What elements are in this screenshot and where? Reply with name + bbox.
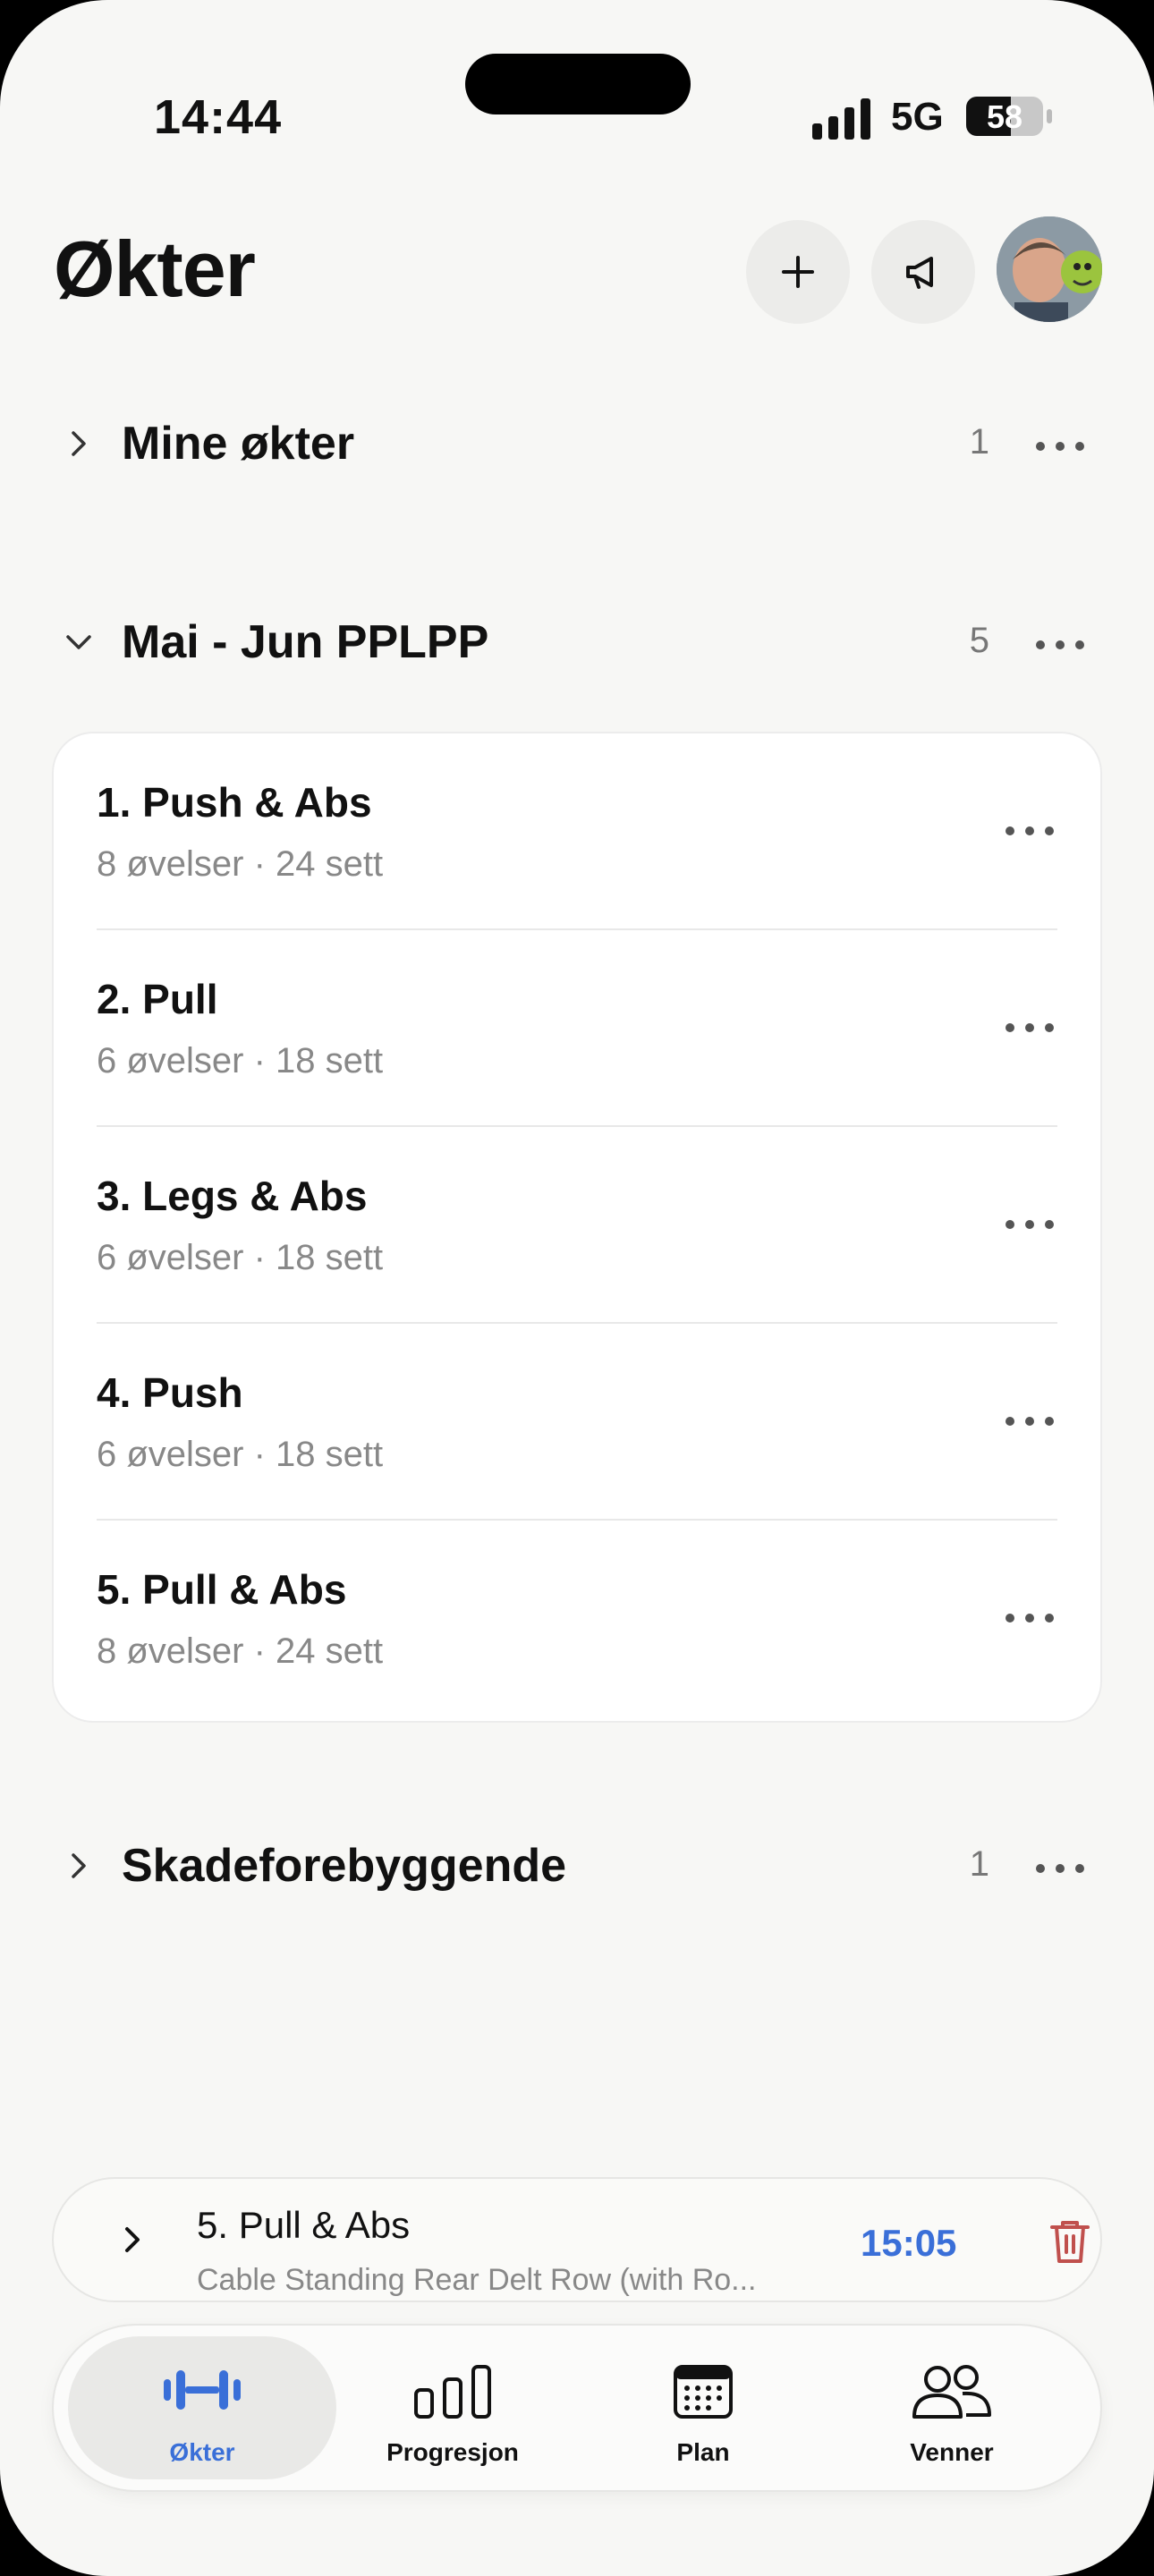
battery-nub [1047, 109, 1052, 123]
tab-label: Plan [676, 2438, 730, 2466]
workout-row[interactable]: 3. Legs & Abs 6 øvelser · 18 sett [54, 1127, 1100, 1324]
bar-chart-icon [414, 2365, 491, 2419]
friends-icon [912, 2365, 991, 2419]
chevron-right-icon[interactable] [116, 2224, 148, 2256]
group-name: Skadeforebyggende [122, 1840, 567, 1892]
phone-screen: 14:44 5G 58 Økter Mine økter 1 Mai - Jun… [0, 0, 1154, 2576]
group-count: 1 [969, 422, 989, 462]
more-options-icon[interactable] [1036, 1864, 1084, 1877]
workout-timer: 15:05 [861, 2222, 957, 2264]
tab-label: Økter [169, 2438, 235, 2466]
workout-title: 1. Push & Abs [97, 779, 372, 826]
trash-icon[interactable] [1048, 2218, 1091, 2265]
dumbbell-icon [164, 2370, 241, 2410]
tab-plan[interactable]: Plan [569, 2336, 837, 2479]
workout-title: 5. Pull & Abs [97, 1566, 347, 1613]
tab-label: Venner [910, 2438, 994, 2466]
more-options-icon[interactable] [1006, 1023, 1054, 1036]
workout-subtitle: 6 øvelser · 18 sett [97, 1238, 384, 1277]
workout-subtitle: 8 øvelser · 24 sett [97, 844, 384, 884]
workout-title: 3. Legs & Abs [97, 1173, 368, 1219]
plus-icon [782, 256, 814, 288]
network-label: 5G [891, 95, 944, 139]
workout-title: 2. Pull [97, 976, 218, 1022]
more-options-icon[interactable] [1006, 1614, 1054, 1626]
workout-subtitle: 6 øvelser · 18 sett [97, 1041, 384, 1080]
tab-progresjon[interactable]: Progresjon [318, 2336, 587, 2479]
more-options-icon[interactable] [1006, 1220, 1054, 1233]
chevron-down-icon [66, 635, 91, 649]
workout-subtitle: 6 øvelser · 18 sett [97, 1435, 384, 1474]
battery-level: 58 [986, 98, 1023, 135]
active-workout-bar[interactable]: 5. Pull & Abs Cable Standing Rear Delt R… [54, 2179, 1100, 2301]
tab-label: Progresjon [386, 2438, 519, 2466]
add-button[interactable] [746, 220, 850, 324]
group-name: Mine økter [122, 418, 355, 470]
calendar-icon [674, 2365, 733, 2419]
group-mai-jun-pplpp[interactable]: Mai - Jun PPLPP 5 [54, 606, 1100, 678]
tab-venner[interactable]: Venner [818, 2336, 1086, 2479]
workout-row[interactable]: 4. Push 6 øvelser · 18 sett [54, 1324, 1100, 1521]
workout-row[interactable]: 1. Push & Abs 8 øvelser · 24 sett [54, 733, 1100, 930]
more-options-icon[interactable] [1036, 640, 1084, 653]
group-count: 5 [969, 621, 989, 660]
more-options-icon[interactable] [1006, 1417, 1054, 1429]
tab-bar: Økter Progresjon Plan Venner [54, 2326, 1100, 2490]
profile-photo [997, 216, 1102, 322]
group-mine-okter[interactable]: Mine økter 1 [54, 408, 1100, 479]
workout-row[interactable]: 5. Pull & Abs 8 øvelser · 24 sett [54, 1521, 1100, 1717]
workout-title: 4. Push [97, 1369, 243, 1416]
group-name: Mai - Jun PPLPP [122, 616, 489, 668]
workout-list: 1. Push & Abs 8 øvelser · 24 sett 2. Pul… [54, 733, 1100, 1721]
announcements-button[interactable] [871, 220, 975, 324]
avatar[interactable] [997, 216, 1102, 322]
group-count: 1 [969, 1844, 989, 1884]
active-workout-title: 5. Pull & Abs [197, 2204, 411, 2246]
tab-okter[interactable]: Økter [68, 2336, 336, 2479]
chevron-right-icon [72, 431, 86, 456]
workout-subtitle: 8 øvelser · 24 sett [97, 1631, 384, 1671]
page-title: Økter [54, 225, 256, 313]
workout-row[interactable]: 2. Pull 6 øvelser · 18 sett [54, 930, 1100, 1127]
more-options-icon[interactable] [1036, 442, 1084, 454]
group-skadeforebyggende[interactable]: Skadeforebyggende 1 [54, 1830, 1100, 1902]
status-time: 14:44 [154, 90, 283, 144]
chevron-right-icon [72, 1853, 86, 1878]
megaphone-icon [906, 257, 933, 289]
battery-icon: 58 [966, 97, 1043, 136]
signal-icon [812, 98, 870, 140]
more-options-icon[interactable] [1006, 826, 1054, 839]
dynamic-island [465, 54, 691, 114]
active-exercise-name: Cable Standing Rear Delt Row (with Ro... [197, 2263, 757, 2297]
